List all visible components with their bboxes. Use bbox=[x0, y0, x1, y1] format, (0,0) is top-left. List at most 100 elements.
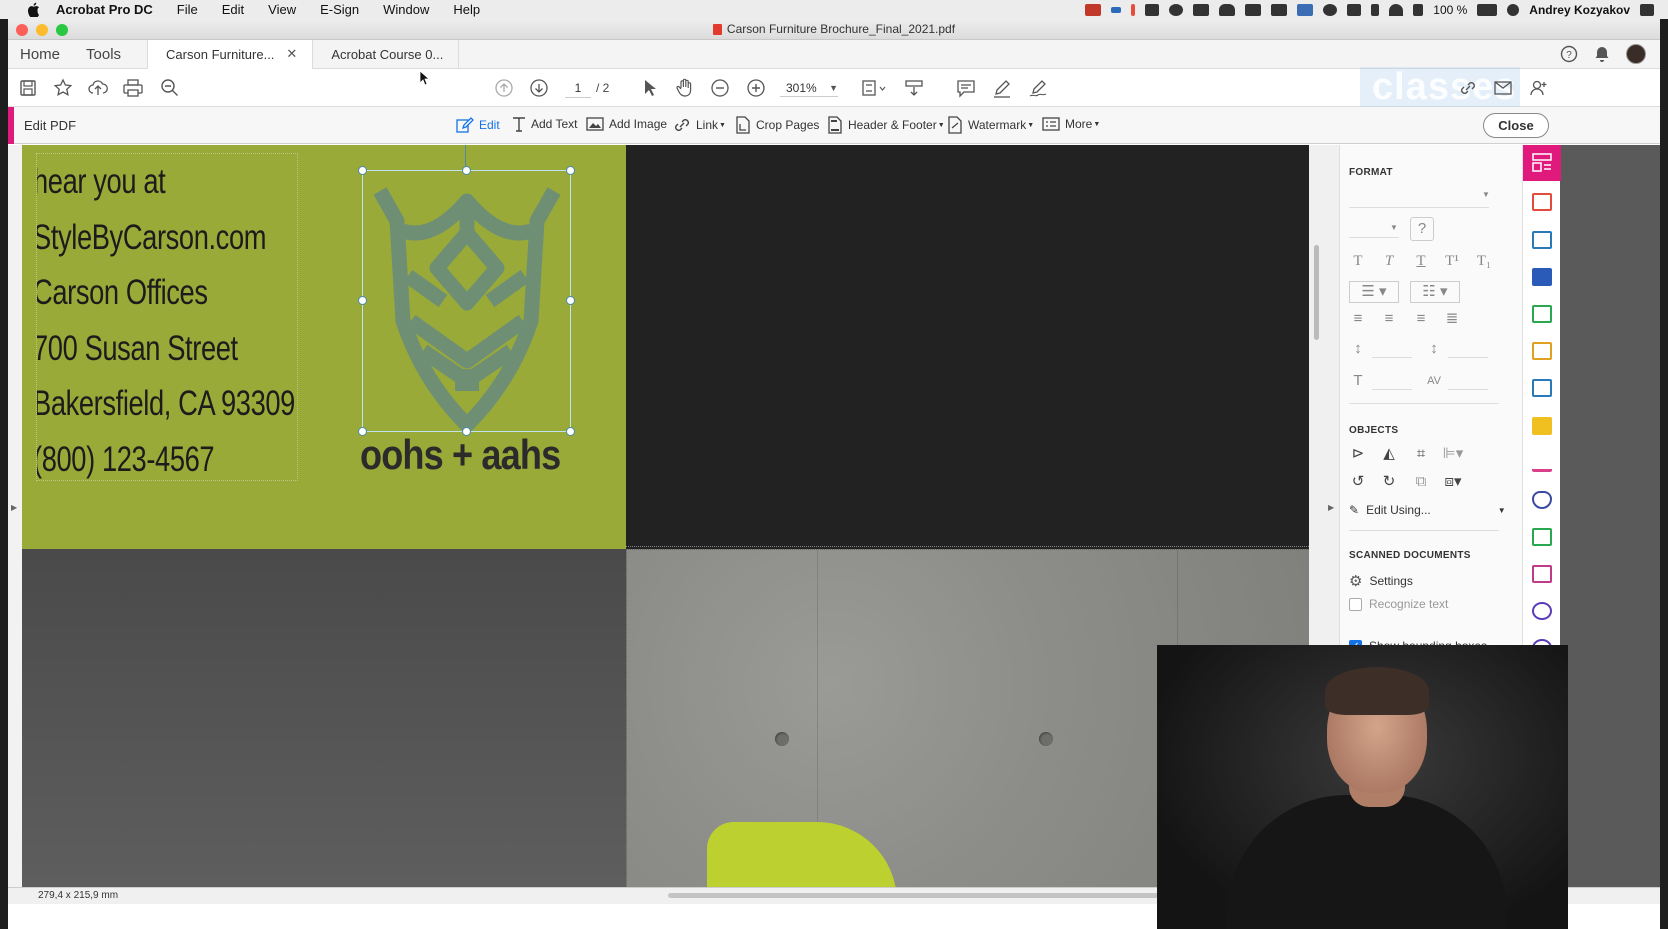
page-number-input[interactable]: 1 bbox=[565, 78, 591, 98]
display-icon[interactable] bbox=[1193, 3, 1210, 16]
bluetooth-icon[interactable] bbox=[1371, 3, 1380, 16]
acrobat-status-icon[interactable] bbox=[1085, 3, 1102, 16]
flip-vertical-icon[interactable]: ⊳ bbox=[1349, 446, 1367, 462]
zoom-in-icon[interactable] bbox=[746, 78, 766, 98]
line-spacing-select[interactable] bbox=[1372, 357, 1412, 358]
replace-image-icon[interactable]: ⧉ bbox=[1412, 474, 1430, 490]
settings-button[interactable]: ⚙ Settings bbox=[1349, 572, 1413, 590]
input-source-icon[interactable] bbox=[1347, 3, 1362, 16]
battery-icon[interactable] bbox=[1477, 3, 1498, 16]
apple-icon[interactable] bbox=[24, 2, 42, 17]
fill-sign-icon[interactable] bbox=[1532, 454, 1552, 472]
screen-mirror-icon[interactable] bbox=[1245, 3, 1262, 16]
star-icon[interactable] bbox=[53, 78, 73, 98]
edit-using-dropdown[interactable]: ✎ Edit Using... ▼ bbox=[1349, 503, 1506, 517]
header-footer-button[interactable]: Header & Footer ▼ bbox=[827, 116, 945, 134]
organize-pages-icon[interactable] bbox=[1532, 305, 1552, 323]
subscript-icon[interactable]: T₁ bbox=[1475, 253, 1493, 269]
flip-horizontal-icon[interactable]: ◭ bbox=[1380, 446, 1398, 462]
protect-icon[interactable] bbox=[1532, 491, 1552, 509]
rotate-right-icon[interactable]: ↻ bbox=[1380, 474, 1398, 490]
prepare-form-icon[interactable] bbox=[1532, 565, 1552, 583]
spotlight-icon[interactable] bbox=[1507, 3, 1520, 16]
previous-page-icon[interactable] bbox=[494, 78, 514, 98]
align-center-icon[interactable]: ≡ bbox=[1380, 311, 1398, 327]
justify-icon[interactable]: ≣ bbox=[1443, 311, 1461, 327]
more-button[interactable]: More ▼ bbox=[1042, 116, 1100, 132]
align-objects-icon[interactable]: ⧈▾ bbox=[1440, 474, 1466, 490]
recognize-text-option[interactable]: Recognize text bbox=[1349, 597, 1448, 611]
send-for-signature-icon[interactable] bbox=[1532, 342, 1552, 360]
zoom-level-select[interactable]: 301% ▼ bbox=[780, 79, 838, 97]
logo-wordmark[interactable]: oohs + aahs bbox=[360, 431, 561, 479]
superscript-icon[interactable]: T¹ bbox=[1443, 253, 1461, 269]
menu-edit[interactable]: Edit bbox=[222, 2, 244, 17]
print-icon[interactable] bbox=[123, 78, 143, 98]
recognize-text-checkbox[interactable] bbox=[1349, 597, 1362, 611]
combine-files-icon[interactable] bbox=[1532, 231, 1552, 249]
minimize-window-button[interactable] bbox=[36, 24, 48, 36]
char-spacing-select[interactable] bbox=[1448, 389, 1488, 390]
dash-icon[interactable] bbox=[1271, 3, 1288, 16]
wifi-icon[interactable] bbox=[1389, 3, 1404, 16]
doc-tab-active[interactable]: Carson Furniture... ✕ bbox=[147, 39, 313, 69]
volume-icon[interactable] bbox=[1413, 3, 1424, 16]
help-icon[interactable]: ? bbox=[1560, 45, 1578, 63]
arrange-objects-icon[interactable]: ⊫▾ bbox=[1440, 446, 1466, 462]
help-circle-icon[interactable]: ? bbox=[1410, 217, 1434, 241]
comment-icon[interactable] bbox=[956, 78, 976, 98]
watermark-button[interactable]: Watermark ▼ bbox=[947, 116, 1034, 134]
text-normal-icon[interactable]: T bbox=[1349, 253, 1367, 269]
crop-pages-button[interactable]: Crop Pages bbox=[735, 116, 819, 134]
upload-cloud-icon[interactable] bbox=[88, 78, 108, 98]
horizontal-scroll-thumb[interactable] bbox=[668, 893, 1158, 898]
app-menu[interactable]: Acrobat Pro DC bbox=[56, 2, 153, 17]
resize-handle[interactable] bbox=[566, 427, 575, 436]
link-button[interactable]: Link ▼ bbox=[673, 116, 726, 134]
highlight-pen-icon[interactable] bbox=[992, 78, 1012, 98]
select-cursor-icon[interactable] bbox=[640, 78, 660, 98]
comment-rail-icon[interactable] bbox=[1532, 417, 1552, 435]
menu-window[interactable]: Window bbox=[383, 2, 429, 17]
numbered-list-icon[interactable]: ☷ ▾ bbox=[1410, 281, 1460, 303]
resize-handle[interactable] bbox=[566, 166, 575, 175]
hand-tool-icon[interactable] bbox=[675, 78, 695, 98]
tab-tools[interactable]: Tools bbox=[86, 46, 121, 63]
bullet-list-icon[interactable]: ☰ ▾ bbox=[1349, 281, 1399, 303]
accessibility-icon[interactable] bbox=[1532, 602, 1552, 620]
font-family-select[interactable] bbox=[1349, 207, 1489, 208]
add-text-button[interactable]: Add Text bbox=[512, 116, 577, 132]
char-spacing-icon[interactable]: AV bbox=[1425, 373, 1443, 389]
resize-handle[interactable] bbox=[566, 296, 575, 305]
print-production-icon[interactable] bbox=[1532, 528, 1552, 546]
zoom-window-button[interactable] bbox=[56, 24, 68, 36]
sign-icon[interactable] bbox=[1028, 78, 1048, 98]
left-panel-toggle[interactable]: ▶ bbox=[8, 145, 22, 887]
export-pdf-icon[interactable] bbox=[1532, 268, 1552, 286]
save-icon[interactable] bbox=[18, 78, 38, 98]
menu-view[interactable]: View bbox=[268, 2, 296, 17]
text-underline-icon[interactable]: T bbox=[1412, 253, 1430, 269]
line-spacing-icon[interactable]: ↕ bbox=[1349, 341, 1367, 357]
font-size-select[interactable] bbox=[1349, 237, 1399, 238]
tab-home[interactable]: Home bbox=[20, 46, 60, 63]
scale-select[interactable] bbox=[1372, 389, 1412, 390]
resize-handle[interactable] bbox=[462, 166, 471, 175]
creative-cloud-icon[interactable] bbox=[1169, 3, 1184, 16]
edit-pdf-rail-button[interactable] bbox=[1523, 145, 1561, 181]
create-pdf-icon[interactable] bbox=[1532, 193, 1552, 211]
dropbox-icon[interactable] bbox=[1145, 3, 1160, 16]
user-name[interactable]: Andrey Kozyakov bbox=[1529, 3, 1630, 17]
close-tab-icon[interactable]: ✕ bbox=[286, 46, 297, 62]
edit-tool-button[interactable]: Edit bbox=[456, 116, 500, 134]
menu-esign[interactable]: E-Sign bbox=[320, 2, 359, 17]
scroll-mode-icon[interactable] bbox=[904, 78, 924, 98]
zoom-out-icon[interactable] bbox=[710, 78, 730, 98]
doc-tab[interactable]: Acrobat Course 0... bbox=[312, 39, 460, 69]
screen-status-icon[interactable] bbox=[1111, 6, 1122, 13]
next-page-icon[interactable] bbox=[529, 78, 549, 98]
resize-handle[interactable] bbox=[358, 166, 367, 175]
contact-text-box[interactable]: hear you at StyleByCarson.com Carson Off… bbox=[36, 153, 298, 481]
align-right-icon[interactable]: ≡ bbox=[1412, 311, 1430, 327]
text-italic-icon[interactable]: T bbox=[1380, 253, 1398, 269]
